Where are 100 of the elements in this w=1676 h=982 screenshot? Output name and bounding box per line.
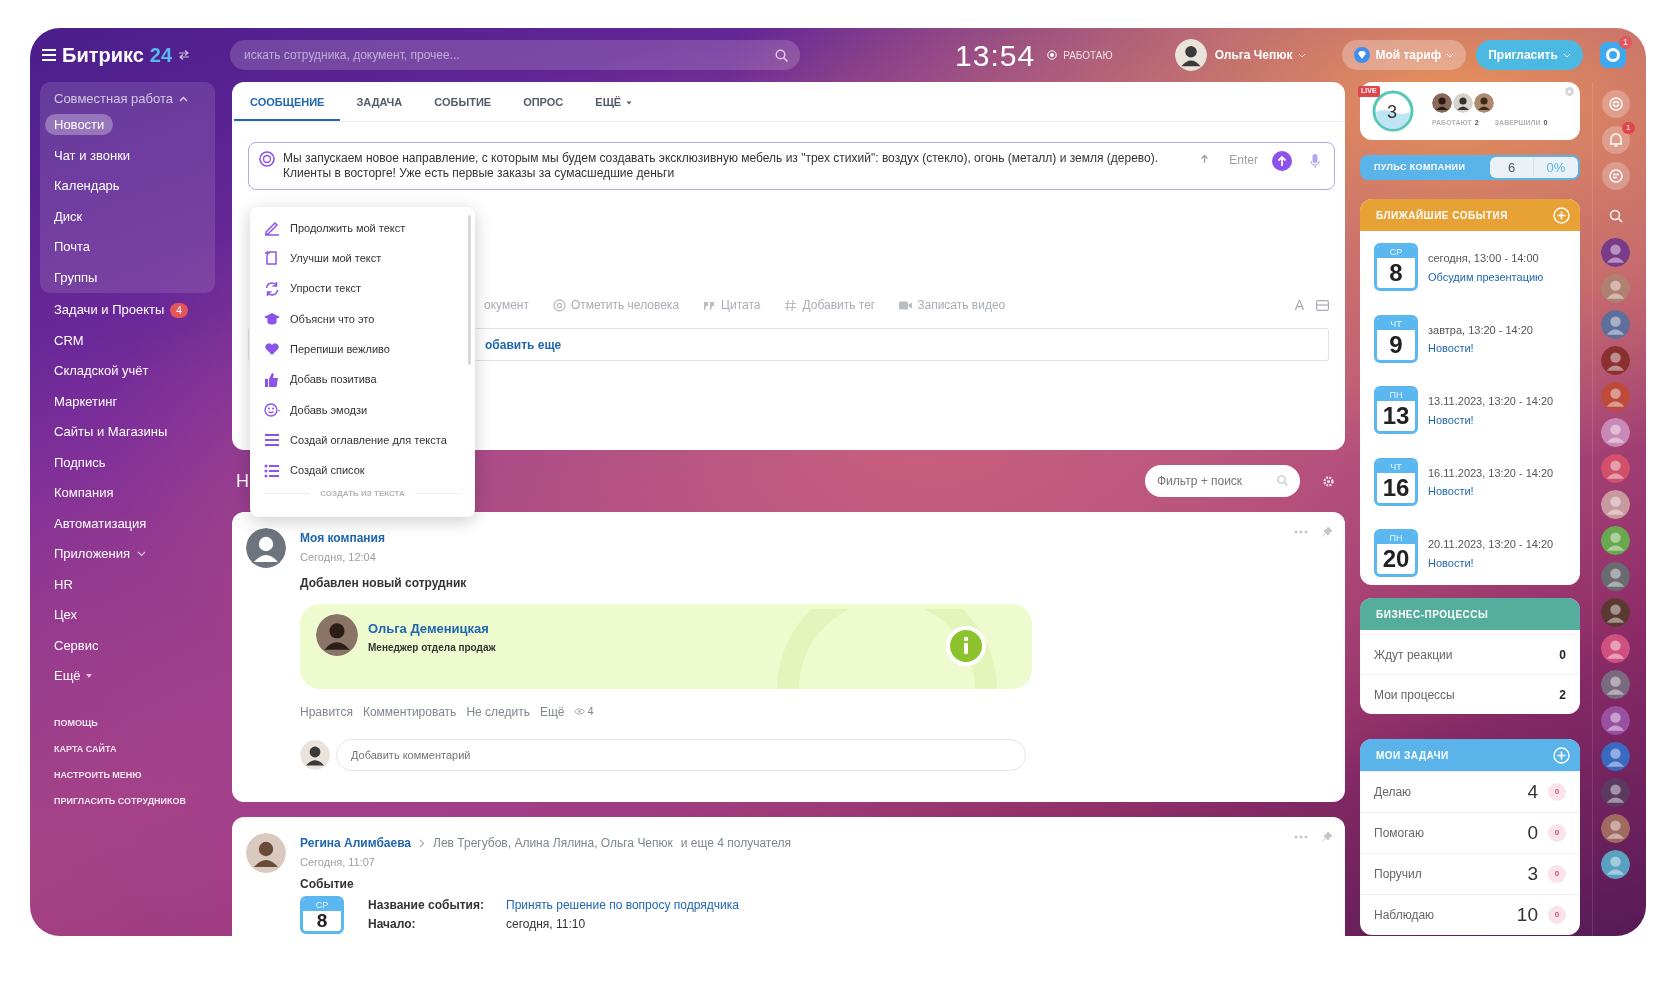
tab[interactable]: СОБЫТИЕ [418, 82, 508, 121]
task-count: 10 [1516, 902, 1538, 927]
avatar [1601, 742, 1630, 771]
menu-item[interactable]: CRM [54, 325, 84, 356]
task-link[interactable]: Поручил [1374, 865, 1528, 883]
menu-item[interactable]: Задачи и Проекты [54, 295, 165, 326]
menu-item[interactable]: Диск [54, 208, 83, 224]
menu-item[interactable]: Почта [54, 239, 91, 254]
menu-item[interactable]: Сервис [54, 630, 99, 661]
menu-icon[interactable] [42, 49, 56, 61]
filter-field[interactable]: Фильтр + поиск [1145, 465, 1300, 497]
menu-item[interactable]: Новости [45, 114, 114, 135]
author-link[interactable]: Моя компания [300, 529, 385, 547]
menu-group-header[interactable]: Совместная работа [54, 89, 173, 109]
comment-field[interactable]: Добавить комментарий [336, 738, 1026, 771]
menu-item[interactable]: Упрости текст [250, 273, 475, 304]
counter-badge: 4 [170, 302, 188, 318]
info-icon[interactable] [946, 625, 986, 666]
avatar [300, 739, 330, 770]
search-icon[interactable] [775, 49, 789, 62]
task-link[interactable]: Наблюдаю [1374, 906, 1517, 924]
pulse-bar[interactable]: ПУЛЬС КОМПАНИИ 6 0% [1360, 155, 1580, 180]
footer-link[interactable]: ПРИГЛАСИТЬ СОТРУДНИКОВ [54, 795, 187, 806]
menu-item[interactable]: Группы [54, 269, 98, 285]
more-icon[interactable] [1294, 529, 1308, 534]
tab[interactable]: ЕЩЁ [579, 82, 651, 121]
more-icon[interactable] [1294, 834, 1308, 839]
action-link[interactable]: Не следить [466, 702, 530, 721]
process-link[interactable]: Мои процессы [1374, 685, 1560, 704]
clock: 13:54 [955, 37, 1036, 74]
menu-item[interactable]: Приложения [54, 539, 131, 570]
menu-item[interactable]: Чат и звонки [54, 147, 131, 163]
event-time: завтра, 13:20 - 14:20 [1428, 322, 1533, 338]
action-link[interactable]: Ещё [539, 702, 565, 721]
menu-item[interactable]: Ещё [54, 661, 81, 692]
menu-item[interactable]: Улучши мой текст [250, 243, 475, 274]
scrollbar-icon[interactable] [468, 215, 471, 365]
add-icon[interactable] [1553, 206, 1570, 224]
swap-icon[interactable] [178, 50, 191, 60]
add-icon[interactable] [1553, 746, 1570, 764]
pin-icon[interactable] [1322, 831, 1333, 842]
menu-item[interactable]: Автоматизация [54, 508, 147, 539]
add-recipients-link[interactable]: обавить еще [485, 335, 562, 354]
logo-number: 24 [149, 43, 173, 68]
more-recipients-link[interactable]: и еще 4 получателя [680, 834, 791, 852]
avatar [1601, 778, 1630, 807]
send-icon[interactable] [1272, 151, 1292, 171]
menu-item[interactable]: Продолжить мой текст [250, 213, 475, 244]
menu-item[interactable]: Создай оглавление для текста [250, 425, 475, 456]
work-status[interactable]: РАБОТАЮ [1063, 47, 1113, 63]
menu-item[interactable]: Компания [54, 478, 114, 509]
menu-item[interactable]: Сайты и Магазины [54, 417, 168, 448]
chevron-down-icon[interactable] [137, 551, 147, 558]
menu-item[interactable]: Добавь эмодзи [250, 394, 475, 426]
ai-icon[interactable] [259, 151, 275, 167]
menu-item[interactable]: Календарь [54, 178, 120, 193]
pin-icon[interactable] [1322, 526, 1333, 537]
view-count: 4 [587, 704, 594, 720]
chat-icon[interactable] [1607, 168, 1624, 184]
employee-name-link[interactable]: Ольга Деменицкая [368, 618, 496, 638]
event-link[interactable]: Новости! [1428, 554, 1554, 571]
action-link[interactable]: Нравится [300, 702, 353, 721]
bell-icon[interactable] [1607, 132, 1624, 148]
process-link[interactable]: Ждут реакции [1374, 645, 1560, 664]
caret-icon[interactable] [85, 674, 92, 679]
action-link[interactable]: Комментировать [362, 702, 457, 721]
event-link[interactable]: Новости! [1428, 411, 1554, 428]
footer-link[interactable]: КАРТА САЙТА [54, 743, 117, 754]
post-title: Добавлен новый сотрудник [300, 574, 468, 592]
search-icon[interactable] [1608, 208, 1623, 223]
menu-item[interactable]: Складской учёт [54, 356, 149, 387]
tab[interactable]: ОПРОС [507, 82, 580, 121]
menu-item[interactable]: Создай список [250, 455, 475, 486]
avatar [1601, 454, 1630, 483]
caret-icon[interactable] [1298, 52, 1307, 58]
settings-icon[interactable] [1322, 474, 1335, 488]
tab[interactable]: СООБЩЕНИЕ [234, 82, 341, 121]
event-link[interactable]: Обсудим презентацию [1428, 268, 1544, 285]
menu-item[interactable]: Цех [54, 600, 78, 631]
menu-item[interactable]: HR [54, 569, 73, 600]
menu-item[interactable]: Маркетинг [54, 386, 118, 417]
event-link[interactable]: Принять решение по вопросу подрядчика [506, 895, 739, 915]
panel-icon[interactable] [1316, 299, 1329, 311]
footer-link[interactable]: НАСТРОИТЬ МЕНЮ [54, 769, 142, 780]
chevron-up-icon[interactable] [178, 96, 188, 102]
tab[interactable]: ЗАДАЧА [340, 82, 419, 121]
card-title: МОИ ЗАДАЧИ [1376, 748, 1449, 763]
event-link[interactable]: Новости! [1428, 340, 1533, 357]
event-link[interactable]: Новости! [1428, 483, 1554, 500]
task-link[interactable]: Помогаю [1374, 824, 1528, 842]
menu-item[interactable]: Подпись [54, 447, 106, 478]
menu-item[interactable]: Добавь позитива [250, 364, 475, 395]
status-icon [1047, 50, 1058, 60]
message-field[interactable] [248, 142, 1335, 190]
footer-link[interactable]: ПОМОЩЬ [54, 717, 98, 728]
search-icon[interactable] [1277, 475, 1288, 486]
microphone-icon[interactable] [1310, 153, 1320, 169]
task-link[interactable]: Делаю [1374, 783, 1528, 801]
user-name[interactable]: Ольга Чепюк [1214, 46, 1293, 64]
author-link[interactable]: Регина Алимбаева [300, 834, 412, 852]
